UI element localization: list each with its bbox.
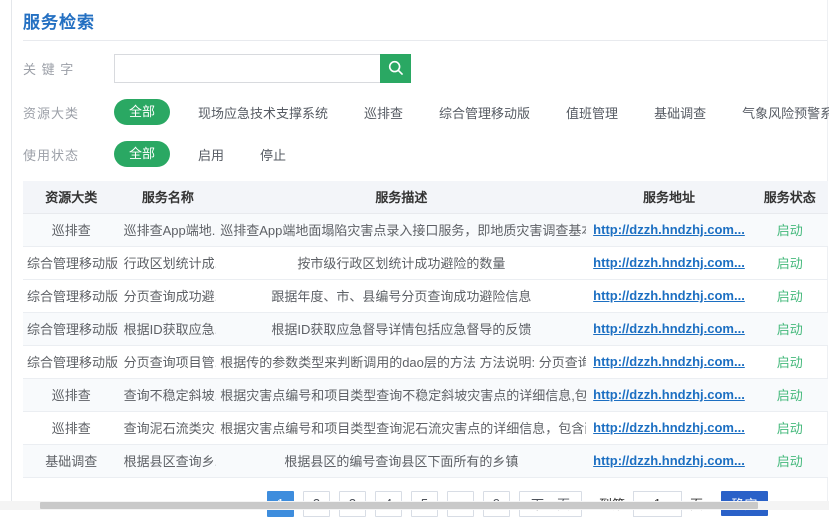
table-row: 综合管理移动版 行政区划统计成... 按市级行政区划统计成功避险的数量 http…	[23, 246, 828, 279]
status-badge: 启动	[777, 388, 803, 403]
col-header-category: 资源大类	[23, 181, 120, 213]
table-row: 综合管理移动版 根据ID获取应急... 根据ID获取应急督导详情包括应急督导的反…	[23, 312, 828, 345]
filter-option-mobile-mgmt[interactable]: 综合管理移动版	[439, 103, 530, 122]
cell-category: 综合管理移动版	[23, 345, 120, 378]
cell-description: 巡排查App端地面塌陷灾害点录入接口服务，即地质灾害调查基本信...	[216, 213, 586, 246]
col-header-name: 服务名称	[120, 181, 217, 213]
table-row: 基础调查 根据县区查询乡... 根据县区的编号查询县区下面所有的乡镇 http:…	[23, 444, 828, 477]
horizontal-scrollbar-thumb[interactable]	[40, 502, 758, 509]
keyword-search-row: 关 键 字	[23, 53, 827, 83]
filter-row-category: 资源大类 全部 现场应急技术支撑系统 巡排查 综合管理移动版 值班管理 基础调查…	[23, 99, 827, 125]
filter-option-patrol[interactable]: 巡排查	[364, 103, 403, 122]
status-option-stopped[interactable]: 停止	[260, 145, 286, 164]
cell-name: 根据ID获取应急...	[120, 312, 217, 345]
table-row: 综合管理移动版 分页查询成功避... 跟据年度、市、县编号分页查询成功避险信息 …	[23, 279, 828, 312]
cell-description: 根据传的参数类型来判断调用的dao层的方法 方法说明: 分页查询 调...	[216, 345, 586, 378]
cell-description: 按市级行政区划统计成功避险的数量	[216, 246, 586, 279]
service-url-link[interactable]: http://dzzh.hndzhj.com...	[593, 288, 745, 303]
filter-option-basic-survey[interactable]: 基础调查	[654, 103, 706, 122]
cell-category: 巡排查	[23, 213, 120, 246]
filter-option-all[interactable]: 全部	[114, 99, 170, 125]
filter-option-duty-mgmt[interactable]: 值班管理	[566, 103, 618, 122]
cell-description: 根据县区的编号查询县区下面所有的乡镇	[216, 444, 586, 477]
service-search-panel: 服务检索 关 键 字 资源大类 全部 现场应急技术支撑系统 巡排查 综合管理移动…	[11, 0, 828, 501]
cell-category: 巡排查	[23, 411, 120, 444]
status-badge: 启动	[777, 355, 803, 370]
status-filter-label: 使用状态	[23, 145, 103, 164]
page-title: 服务检索	[23, 8, 95, 33]
status-badge: 启动	[777, 223, 803, 238]
service-url-link[interactable]: http://dzzh.hndzhj.com...	[593, 453, 745, 468]
cell-name: 分页查询项目管...	[120, 345, 217, 378]
status-filter-options: 全部 启用 停止	[114, 141, 322, 167]
table-row: 巡排查 查询不稳定斜坡... 根据灾害点编号和项目类型查询不稳定斜坡灾害点的详细…	[23, 378, 828, 411]
cell-description: 根据灾害点编号和项目类型查询不稳定斜坡灾害点的详细信息,包括详...	[216, 378, 586, 411]
cell-description: 根据ID获取应急督导详情包括应急督导的反馈	[216, 312, 586, 345]
cell-category: 基础调查	[23, 444, 120, 477]
service-url-link[interactable]: http://dzzh.hndzhj.com...	[593, 255, 745, 270]
cell-category: 综合管理移动版	[23, 246, 120, 279]
cell-name: 分页查询成功避...	[120, 279, 217, 312]
service-url-link[interactable]: http://dzzh.hndzhj.com...	[593, 222, 745, 237]
filter-option-field-emergency[interactable]: 现场应急技术支撑系统	[198, 103, 328, 122]
status-badge: 启动	[777, 322, 803, 337]
cell-name: 巡排查App端地...	[120, 213, 217, 246]
cell-description: 跟据年度、市、县编号分页查询成功避险信息	[216, 279, 586, 312]
cell-name: 根据县区查询乡...	[120, 444, 217, 477]
filter-option-weather-warning[interactable]: 气象风险预警系统	[742, 103, 829, 122]
filter-row-status: 使用状态 全部 启用 停止	[23, 141, 827, 167]
panel-header: 服务检索	[23, 0, 827, 41]
cell-name: 查询不稳定斜坡...	[120, 378, 217, 411]
horizontal-scrollbar-track	[0, 501, 829, 510]
table-row: 巡排查 查询泥石流类灾... 根据灾害点编号和项目类型查询泥石流灾害点的详细信息…	[23, 411, 828, 444]
services-table: 资源大类 服务名称 服务描述 服务地址 服务状态 巡排查 巡排查App端地...…	[23, 181, 828, 478]
status-badge: 启动	[777, 454, 803, 469]
table-header-row: 资源大类 服务名称 服务描述 服务地址 服务状态	[23, 181, 828, 213]
keyword-input[interactable]	[114, 54, 380, 83]
search-button[interactable]	[380, 54, 411, 83]
category-filter-label: 资源大类	[23, 103, 103, 122]
service-url-link[interactable]: http://dzzh.hndzhj.com...	[593, 354, 745, 369]
col-header-status: 服务状态	[752, 181, 829, 213]
service-url-link[interactable]: http://dzzh.hndzhj.com...	[593, 420, 745, 435]
service-url-link[interactable]: http://dzzh.hndzhj.com...	[593, 387, 745, 402]
table-row: 综合管理移动版 分页查询项目管... 根据传的参数类型来判断调用的dao层的方法…	[23, 345, 828, 378]
cell-name: 查询泥石流类灾...	[120, 411, 217, 444]
status-badge: 启动	[777, 289, 803, 304]
cell-category: 综合管理移动版	[23, 279, 120, 312]
status-badge: 启动	[777, 421, 803, 436]
search-icon	[387, 59, 405, 77]
category-filter-options: 全部 现场应急技术支撑系统 巡排查 综合管理移动版 值班管理 基础调查 气象风险…	[114, 99, 829, 125]
col-header-description: 服务描述	[216, 181, 586, 213]
status-badge: 启动	[777, 256, 803, 271]
col-header-url: 服务地址	[586, 181, 751, 213]
cell-description: 根据灾害点编号和项目类型查询泥石流灾害点的详细信息，包含两卡...	[216, 411, 586, 444]
status-option-enabled[interactable]: 启用	[198, 145, 224, 164]
keyword-label: 关 键 字	[23, 59, 103, 78]
status-option-all[interactable]: 全部	[114, 141, 170, 167]
table-row: 巡排查 巡排查App端地... 巡排查App端地面塌陷灾害点录入接口服务，即地质…	[23, 213, 828, 246]
cell-name: 行政区划统计成...	[120, 246, 217, 279]
cell-category: 综合管理移动版	[23, 312, 120, 345]
service-url-link[interactable]: http://dzzh.hndzhj.com...	[593, 321, 745, 336]
cell-category: 巡排查	[23, 378, 120, 411]
